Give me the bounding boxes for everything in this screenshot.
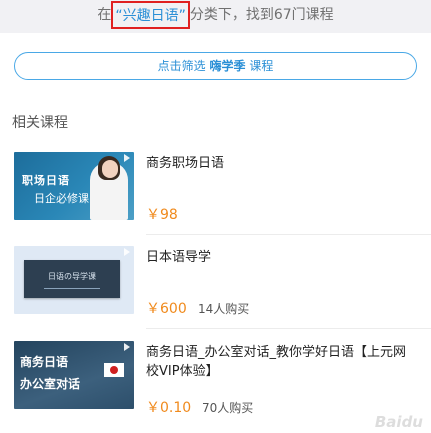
divider <box>146 328 431 329</box>
course-thumbnail[interactable]: 日语の导学课 <box>14 246 134 314</box>
presenter-face <box>102 160 118 178</box>
thumb-panel: 日语の导学课 <box>24 260 120 298</box>
course-item[interactable]: 职场日语 日企必修课 商务职场日语 ￥98 <box>0 152 431 227</box>
course-price: ￥0.10 <box>146 400 192 416</box>
play-icon <box>124 154 130 162</box>
course-item[interactable]: 日语の导学课 日本语导学 ￥600 14人购买 <box>0 246 431 321</box>
panel-rule <box>44 288 100 289</box>
section-title: 相关课程 <box>12 115 68 131</box>
course-item[interactable]: 商务日语 办公室对话 商务日语_办公室对话_教你学好日语【上元网校VIP体验】 … <box>0 341 431 416</box>
filter-brand: 嗨学季 <box>209 59 246 73</box>
course-search-results: 在 “兴趣日语” 分类下，找到67门课程 点击筛选 嗨学季 课程 相关课程 职场日语… <box>0 0 431 433</box>
course-price: ￥98 <box>146 207 178 223</box>
thumb-line2: 日企必修课 <box>34 192 89 205</box>
course-title[interactable]: 商务职场日语 <box>146 154 416 173</box>
keyword-highlight-box: “兴趣日语” <box>111 1 190 29</box>
search-summary: 在 “兴趣日语” 分类下，找到67门课程 <box>0 0 431 33</box>
watermark: Baidu <box>374 413 423 431</box>
thumb-line1: 商务日语 <box>20 355 69 369</box>
summary-suffix: 分类下，找到67门课程 <box>189 7 334 23</box>
play-icon <box>124 343 130 351</box>
course-thumbnail[interactable]: 商务日语 办公室对话 <box>14 341 134 409</box>
japan-flag-icon <box>104 363 124 377</box>
thumb-line1: 职场日语 <box>22 174 70 187</box>
filter-button[interactable]: 点击筛选 嗨学季 课程 <box>14 52 417 80</box>
course-title[interactable]: 日本语导学 <box>146 248 416 267</box>
course-buyers: 70人购买 <box>202 401 254 415</box>
divider <box>146 234 431 235</box>
play-icon <box>124 248 130 256</box>
thumb-line2: 办公室对话 <box>20 377 81 391</box>
course-thumbnail[interactable]: 职场日语 日企必修课 <box>14 152 134 220</box>
course-title[interactable]: 商务日语_办公室对话_教你学好日语【上元网校VIP体验】 <box>146 343 416 381</box>
thumb-line1: 日语の导学课 <box>48 272 96 281</box>
filter-suffix: 课程 <box>249 59 274 73</box>
summary-prefix: 在 <box>97 7 112 23</box>
summary-keyword[interactable]: “兴趣日语” <box>115 8 186 24</box>
course-buyers: 14人购买 <box>198 302 250 316</box>
filter-prefix: 点击筛选 <box>157 59 206 73</box>
course-price: ￥600 <box>146 301 187 317</box>
